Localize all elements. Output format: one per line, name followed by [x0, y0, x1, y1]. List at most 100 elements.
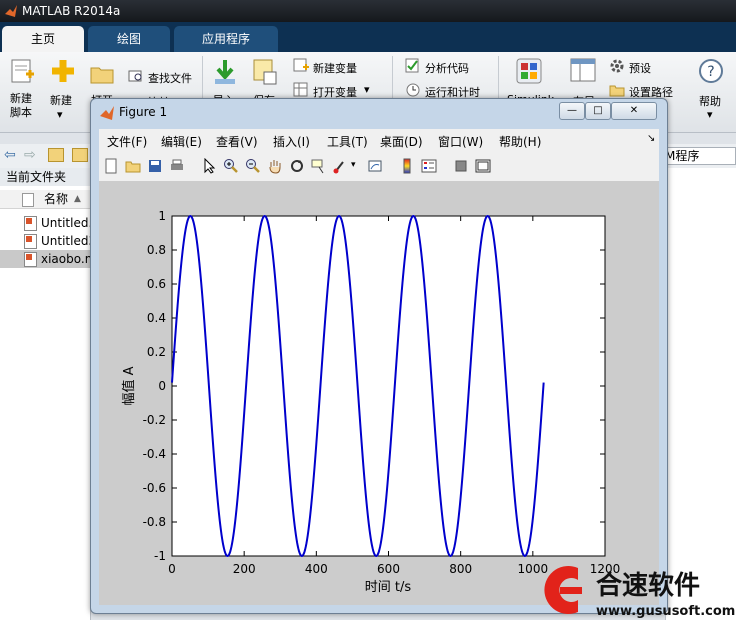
- dock-icon[interactable]: [475, 158, 491, 174]
- file-row[interactable]: Untitled.: [0, 214, 90, 232]
- set-path-icon[interactable]: [609, 82, 625, 98]
- matlab-logo-icon: [100, 106, 114, 120]
- x-tick-label: 600: [377, 562, 400, 576]
- menu-view[interactable]: 查看(V): [216, 133, 258, 150]
- forward-icon[interactable]: ⇨: [24, 147, 36, 163]
- x-tick-label: 200: [233, 562, 256, 576]
- file-name: Untitled.: [41, 216, 90, 230]
- matlab-logo-icon: [5, 5, 17, 17]
- plus-icon[interactable]: [50, 58, 76, 86]
- y-tick-label: -0.6: [143, 481, 166, 495]
- help-icon[interactable]: ?: [698, 58, 724, 84]
- find-files-icon[interactable]: [128, 68, 144, 84]
- watermark-url: www.gususoft.com: [596, 604, 735, 619]
- simulink-icon[interactable]: [516, 58, 542, 84]
- file-name: Untitled3: [41, 234, 90, 248]
- file-name: xiaobo.m: [41, 252, 90, 266]
- new-figure-icon[interactable]: [103, 158, 119, 174]
- import-data-icon[interactable]: [212, 58, 238, 86]
- x-axis-label: 时间 t/s: [365, 580, 412, 595]
- name-column-header[interactable]: 名称 ▲: [0, 190, 90, 209]
- up-folder-icon[interactable]: [48, 148, 64, 162]
- figure-canvas: -1 -0.8 -0.6 -0.4 -0.2 0 0.2 0.4 0.6 0.8 1 0 200 400…: [99, 181, 659, 605]
- current-folder-path[interactable]: M程序: [660, 147, 736, 165]
- tab-home[interactable]: 主页: [2, 26, 84, 52]
- y-tick-label: 0.8: [147, 243, 166, 257]
- y-axis-label: 幅值 A: [121, 366, 137, 405]
- tab-apps[interactable]: 应用程序: [174, 26, 278, 52]
- menu-insert[interactable]: 插入(I): [273, 133, 310, 150]
- chevron-down-icon[interactable]: ▾: [57, 108, 63, 121]
- gear-icon[interactable]: [609, 58, 625, 74]
- menu-edit[interactable]: 编辑(E): [161, 133, 202, 150]
- open-icon[interactable]: [125, 158, 141, 174]
- m-file-icon: [24, 252, 37, 267]
- help-button[interactable]: 帮助: [699, 93, 721, 109]
- analyze-code-icon[interactable]: [405, 58, 421, 74]
- browse-folder-icon[interactable]: [72, 148, 88, 162]
- pan-hand-icon[interactable]: [267, 158, 283, 174]
- y-tick-label: 0.4: [147, 311, 166, 325]
- save-icon[interactable]: [147, 158, 163, 174]
- figure-toolbar: ▾: [99, 151, 659, 182]
- menu-help[interactable]: 帮助(H): [499, 133, 541, 150]
- menu-desktop[interactable]: 桌面(D): [380, 133, 423, 150]
- data-cursor-icon[interactable]: [311, 158, 327, 174]
- file-row-selected[interactable]: xiaobo.m: [0, 250, 90, 268]
- menu-overflow-icon[interactable]: ↘: [647, 133, 655, 144]
- figure-title-bar[interactable]: Figure 1 — □ ✕: [91, 99, 667, 127]
- legend-icon[interactable]: [421, 158, 437, 174]
- menu-window[interactable]: 窗口(W): [438, 133, 483, 150]
- rotate-icon[interactable]: [289, 158, 305, 174]
- save-workspace-icon[interactable]: [252, 58, 278, 86]
- new-script-icon[interactable]: [10, 58, 36, 86]
- chevron-down-icon[interactable]: ▾: [351, 160, 356, 170]
- link-icon[interactable]: [367, 158, 383, 174]
- zoom-in-icon[interactable]: [223, 158, 239, 174]
- chevron-down-icon[interactable]: ▾: [364, 83, 370, 96]
- find-files-button[interactable]: 查找文件: [148, 70, 192, 86]
- gususoft-watermark: 合速软件 www.gususoft.com: [544, 566, 735, 619]
- menu-file[interactable]: 文件(F): [107, 133, 147, 150]
- minimize-button[interactable]: —: [559, 102, 585, 120]
- x-tick-label: 800: [449, 562, 472, 576]
- y-tick-label: -0.2: [143, 413, 166, 427]
- file-row[interactable]: Untitled3: [0, 232, 90, 250]
- plot-area[interactable]: -1 -0.8 -0.6 -0.4 -0.2 0 0.2 0.4 0.6 0.8 1 0 200 400…: [99, 181, 659, 605]
- maximize-button[interactable]: □: [585, 102, 611, 120]
- new-button[interactable]: 新建: [50, 92, 72, 108]
- m-file-icon: [24, 216, 37, 231]
- run-and-time-icon[interactable]: [405, 82, 421, 98]
- y-tick-label: -1: [154, 549, 166, 563]
- y-tick-label: 0: [158, 379, 166, 393]
- open-variable-icon[interactable]: [293, 82, 309, 98]
- hide-tools-icon[interactable]: [453, 158, 469, 174]
- brush-icon[interactable]: [333, 158, 349, 174]
- folder-icon[interactable]: [90, 64, 114, 84]
- app-title: MATLAB R2014a: [22, 4, 121, 18]
- new-script-button[interactable]: 新建 脚本: [10, 92, 32, 120]
- m-file-icon: [24, 234, 37, 249]
- matlab-title-bar: MATLAB R2014a: [0, 0, 736, 22]
- name-column-label: 名称: [44, 192, 69, 206]
- preferences-button[interactable]: 预设: [629, 60, 651, 76]
- current-folder-header: 当前文件夹: [0, 168, 90, 186]
- zoom-out-icon[interactable]: [245, 158, 261, 174]
- figure-menu-bar: 文件(F) 编辑(E) 查看(V) 插入(I) 工具(T) 桌面(D) 窗口(W…: [99, 129, 659, 151]
- analyze-code-button[interactable]: 分析代码: [425, 60, 469, 76]
- tab-plots[interactable]: 绘图: [88, 26, 170, 52]
- close-button[interactable]: ✕: [611, 102, 657, 120]
- new-variable-button[interactable]: 新建变量: [313, 60, 357, 76]
- file-type-icon: [22, 193, 34, 207]
- colorbar-icon[interactable]: [399, 158, 415, 174]
- back-icon[interactable]: ⇦: [4, 147, 16, 163]
- menu-tools[interactable]: 工具(T): [327, 133, 368, 150]
- chevron-down-icon[interactable]: ▾: [707, 108, 713, 121]
- print-icon[interactable]: [169, 158, 185, 174]
- new-variable-icon[interactable]: [293, 58, 309, 74]
- y-tick-label: -0.8: [143, 515, 166, 529]
- figure-window: Figure 1 — □ ✕ 文件(F) 编辑(E) 查看(V) 插入(I) 工…: [90, 98, 668, 614]
- workspace-panel: [665, 168, 736, 620]
- layout-icon[interactable]: [570, 58, 596, 84]
- pointer-icon[interactable]: [201, 158, 217, 174]
